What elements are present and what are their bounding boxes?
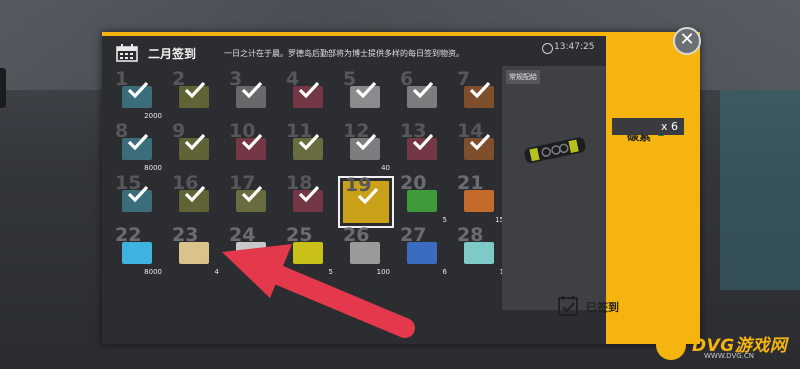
day-cell[interactable]: 22 8000 xyxy=(110,226,166,280)
day-cell[interactable]: 4 xyxy=(281,70,337,124)
day-cell[interactable]: 9 xyxy=(167,122,223,176)
reward-quantity: x 6 xyxy=(612,118,684,135)
day-cell[interactable]: 27 6 xyxy=(395,226,451,280)
day-cell[interactable]: 1 2000 xyxy=(110,70,166,124)
item-quantity: 40 xyxy=(381,164,390,172)
checkmark-icon xyxy=(241,185,263,203)
checkmark-icon xyxy=(355,81,377,99)
calendar-check-icon xyxy=(558,296,578,316)
checkmark-icon xyxy=(469,81,491,99)
calendar-icon xyxy=(116,44,138,62)
page-subtitle: 一日之计在于晨。罗德岛后勤部将为博士提供多样的每日签到物资。 xyxy=(224,49,464,58)
checkmark-icon xyxy=(241,133,263,151)
checkmark-icon xyxy=(127,185,149,203)
checkmark-icon xyxy=(412,81,434,99)
day-cell[interactable]: 3 xyxy=(224,70,280,124)
day-cell[interactable]: 17 xyxy=(224,174,280,228)
day-cell[interactable]: 16 xyxy=(167,174,223,228)
reward-item-icon xyxy=(179,242,209,264)
day-cell[interactable]: 14 xyxy=(452,122,508,176)
checkmark-icon xyxy=(184,185,206,203)
day-cell[interactable]: 12 40 xyxy=(338,122,394,176)
reward-item-icon xyxy=(464,190,494,212)
day-cell[interactable]: 6 xyxy=(395,70,451,124)
day-cell[interactable]: 23 4 xyxy=(167,226,223,280)
day-cell[interactable]: 15 xyxy=(110,174,166,228)
carbon-item-icon xyxy=(523,136,587,164)
checkmark-icon xyxy=(355,133,377,151)
checkmark-icon xyxy=(469,133,491,151)
checkmark-icon xyxy=(127,133,149,151)
reward-item-icon xyxy=(236,242,266,264)
server-time: 13:47:25 xyxy=(554,42,595,52)
item-quantity: 100 xyxy=(376,268,390,276)
item-quantity: 8000 xyxy=(144,164,162,172)
item-quantity: 8000 xyxy=(144,268,162,276)
watermark-url: WWW.DVG.CN xyxy=(704,352,755,360)
day-cell[interactable]: 281 xyxy=(452,226,508,280)
day-cell[interactable]: 18 xyxy=(281,174,337,228)
gamepad-logo-icon xyxy=(656,330,686,360)
checkmark-icon xyxy=(127,81,149,99)
day-cell[interactable]: 21 15 xyxy=(452,174,508,228)
day-cell[interactable]: 8 8000 xyxy=(110,122,166,176)
reward-item-icon xyxy=(407,190,437,212)
item-quantity: 4 xyxy=(214,268,219,276)
reward-item-icon xyxy=(293,242,323,264)
checkmark-icon xyxy=(184,133,206,151)
day-cell[interactable]: 25 5 xyxy=(281,226,337,280)
reward-item-icon xyxy=(350,242,380,264)
reward-item-icon xyxy=(407,242,437,264)
checkmark-icon xyxy=(298,81,320,99)
day-cell[interactable]: 24 xyxy=(224,226,280,280)
reward-item-icon xyxy=(122,242,152,264)
side-edge-tab[interactable] xyxy=(0,68,6,108)
close-button[interactable]: ✕ xyxy=(673,27,701,55)
signed-status: 已签到 xyxy=(558,296,638,318)
checkmark-icon xyxy=(298,185,320,203)
day-cell[interactable]: 11 xyxy=(281,122,337,176)
checkmark-icon xyxy=(298,133,320,151)
checkmark-icon xyxy=(241,81,263,99)
checkmark-icon xyxy=(357,187,379,205)
day-cell[interactable]: 10 xyxy=(224,122,280,176)
page-title: 二月签到 xyxy=(148,47,197,61)
reward-card: 常规配給 xyxy=(502,66,612,310)
reward-tag: 常规配給 xyxy=(506,70,540,84)
day-cell[interactable]: 20 5 xyxy=(395,174,451,228)
item-quantity: 5 xyxy=(328,268,333,276)
day-cell[interactable]: 13 xyxy=(395,122,451,176)
signed-label: 已签到 xyxy=(586,301,619,314)
panel-header: 二月签到 一日之计在于晨。罗德岛后勤部将为博士提供多样的每日签到物资。 xyxy=(102,36,502,66)
background-blur-right xyxy=(720,90,800,290)
day-cell-today[interactable]: 19 xyxy=(338,176,394,228)
checkmark-icon xyxy=(184,81,206,99)
item-quantity: 5 xyxy=(442,216,447,224)
day-cell[interactable]: 2 xyxy=(167,70,223,124)
day-cell[interactable]: 5 xyxy=(338,70,394,124)
day-cell[interactable]: 7 xyxy=(452,70,508,124)
day-cell[interactable]: 26 100 xyxy=(338,226,394,280)
watermark: DVG游戏网 WWW.DVG.CN xyxy=(650,326,800,369)
clock-icon xyxy=(542,43,553,54)
reward-item-icon xyxy=(464,242,494,264)
item-quantity: 2000 xyxy=(144,112,162,120)
checkmark-icon xyxy=(412,133,434,151)
item-quantity: 6 xyxy=(442,268,447,276)
